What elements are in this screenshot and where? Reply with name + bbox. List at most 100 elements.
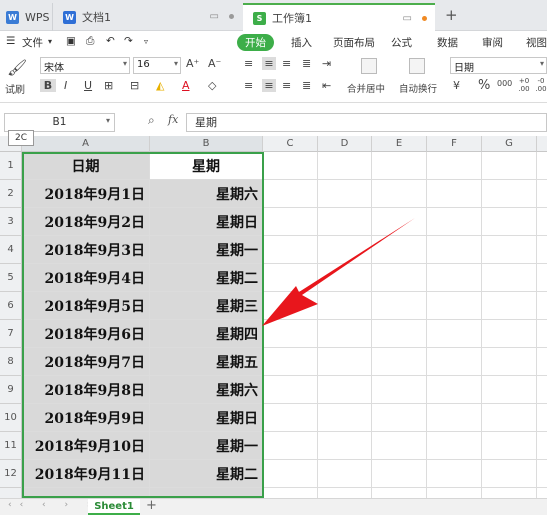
- undo-icon[interactable]: ↶: [106, 35, 115, 47]
- tab-document-controls[interactable]: ▭: [210, 11, 234, 22]
- cell-date[interactable]: 2018年9月7日: [22, 348, 150, 376]
- empty-cell[interactable]: [372, 404, 427, 432]
- empty-cell[interactable]: [427, 236, 482, 264]
- empty-cell[interactable]: [537, 264, 547, 292]
- justify-icon[interactable]: ≣: [302, 79, 311, 92]
- cell-date[interactable]: 2018年9月8日: [22, 376, 150, 404]
- empty-cell[interactable]: [263, 376, 318, 404]
- cell-date[interactable]: 2018年9月9日: [22, 404, 150, 432]
- cell-date[interactable]: 2018年9月4日: [22, 264, 150, 292]
- empty-cell[interactable]: [263, 488, 318, 498]
- row-header[interactable]: 3: [0, 208, 22, 236]
- empty-cell[interactable]: [482, 152, 537, 180]
- row-header[interactable]: 1: [0, 152, 22, 180]
- empty-cell[interactable]: [263, 152, 318, 180]
- save-icon[interactable]: ▣: [66, 35, 76, 47]
- empty-cell[interactable]: [482, 348, 537, 376]
- cell-weekday[interactable]: 星期二: [150, 460, 263, 488]
- font-name-select[interactable]: 宋体: [40, 57, 130, 74]
- font-size-select[interactable]: 16: [133, 57, 181, 74]
- row-header[interactable]: 2: [0, 180, 22, 208]
- empty-cell[interactable]: [372, 320, 427, 348]
- empty-cell[interactable]: [318, 488, 372, 498]
- fill-color-icon[interactable]: ◭: [156, 79, 164, 92]
- empty-cell[interactable]: [482, 460, 537, 488]
- empty-cell[interactable]: [427, 264, 482, 292]
- empty-cell[interactable]: [318, 376, 372, 404]
- cell-date[interactable]: 2018年9月11日: [22, 460, 150, 488]
- fx-button[interactable]: fx: [168, 113, 178, 126]
- cell-weekday[interactable]: 星期三: [150, 292, 263, 320]
- menu-file[interactable]: 文件: [22, 35, 43, 50]
- align-center-icon[interactable]: ≡: [262, 79, 276, 92]
- empty-cell[interactable]: [537, 152, 547, 180]
- empty-cell[interactable]: [318, 432, 372, 460]
- empty-cell[interactable]: [427, 320, 482, 348]
- borders-icon[interactable]: ⊞: [104, 79, 113, 92]
- empty-cell[interactable]: [263, 348, 318, 376]
- empty-cell[interactable]: [537, 432, 547, 460]
- increase-decimal-button[interactable]: +0 .00: [517, 77, 531, 93]
- align-top-icon[interactable]: ≡: [244, 57, 253, 70]
- row-header[interactable]: 9: [0, 376, 22, 404]
- cell-date[interactable]: 2018年9月6日: [22, 320, 150, 348]
- italic-button[interactable]: I: [64, 79, 67, 92]
- empty-cell[interactable]: [482, 404, 537, 432]
- empty-cell[interactable]: [427, 208, 482, 236]
- cell-weekday[interactable]: 星期一: [150, 432, 263, 460]
- menu-tab-view[interactable]: 视图: [526, 35, 547, 50]
- empty-cell[interactable]: [537, 292, 547, 320]
- empty-cell[interactable]: [537, 488, 547, 498]
- currency-icon[interactable]: ¥: [453, 79, 460, 92]
- empty-cell[interactable]: [427, 404, 482, 432]
- empty-cell[interactable]: [318, 236, 372, 264]
- row-header[interactable]: 4: [0, 236, 22, 264]
- col-header-c[interactable]: C: [263, 136, 318, 152]
- empty-cell[interactable]: [263, 180, 318, 208]
- empty-cell[interactable]: [427, 376, 482, 404]
- menu-tab-formulas[interactable]: 公式: [391, 35, 412, 50]
- cell-date[interactable]: 2018年9月1日: [22, 180, 150, 208]
- row-header[interactable]: 5: [0, 264, 22, 292]
- number-format-select[interactable]: 日期: [450, 57, 547, 74]
- underline-button[interactable]: U: [84, 79, 92, 92]
- col-header-b[interactable]: B: [150, 136, 263, 152]
- empty-cell[interactable]: [427, 152, 482, 180]
- empty-cell[interactable]: [482, 236, 537, 264]
- sheet-tab-sheet1[interactable]: Sheet1: [88, 499, 140, 515]
- cell-a1-header[interactable]: 日期: [22, 152, 150, 180]
- empty-cell[interactable]: [263, 460, 318, 488]
- empty-cell[interactable]: [318, 320, 372, 348]
- col-header-h[interactable]: [537, 136, 547, 152]
- col-header-e[interactable]: E: [372, 136, 427, 152]
- cell-date[interactable]: 2018年9月2日: [22, 208, 150, 236]
- align-middle-icon[interactable]: ≡: [262, 57, 276, 70]
- col-header-f[interactable]: F: [427, 136, 482, 152]
- empty-cell[interactable]: [482, 208, 537, 236]
- empty-cell[interactable]: [318, 348, 372, 376]
- merge-cells-icon[interactable]: ⊟: [130, 79, 139, 92]
- cell-weekday[interactable]: 星期六: [150, 180, 263, 208]
- hamburger-icon[interactable]: ☰: [6, 35, 15, 47]
- empty-cell[interactable]: [427, 292, 482, 320]
- empty-cell[interactable]: [318, 292, 372, 320]
- col-header-a[interactable]: A: [22, 136, 150, 152]
- empty-cell[interactable]: [372, 432, 427, 460]
- chevron-down-icon[interactable]: ▾: [48, 37, 52, 46]
- cell-weekday[interactable]: [150, 488, 263, 498]
- clear-format-icon[interactable]: ◇: [208, 79, 216, 92]
- empty-cell[interactable]: [482, 320, 537, 348]
- decrease-decimal-button[interactable]: -0 .00: [534, 77, 547, 93]
- cell-date[interactable]: 2018年9月5日: [22, 292, 150, 320]
- distribute-icon[interactable]: ⇤: [322, 79, 331, 92]
- cell-b1-header[interactable]: 星期: [150, 152, 263, 180]
- empty-cell[interactable]: [372, 460, 427, 488]
- indent-icon[interactable]: ⇥: [322, 57, 331, 70]
- empty-cell[interactable]: [318, 404, 372, 432]
- redo-icon[interactable]: ↷: [124, 35, 133, 47]
- quick-access-more-icon[interactable]: ▿: [144, 37, 148, 46]
- cell-weekday[interactable]: 星期二: [150, 264, 263, 292]
- empty-cell[interactable]: [263, 236, 318, 264]
- empty-cell[interactable]: [427, 348, 482, 376]
- new-tab-button[interactable]: +: [445, 6, 458, 24]
